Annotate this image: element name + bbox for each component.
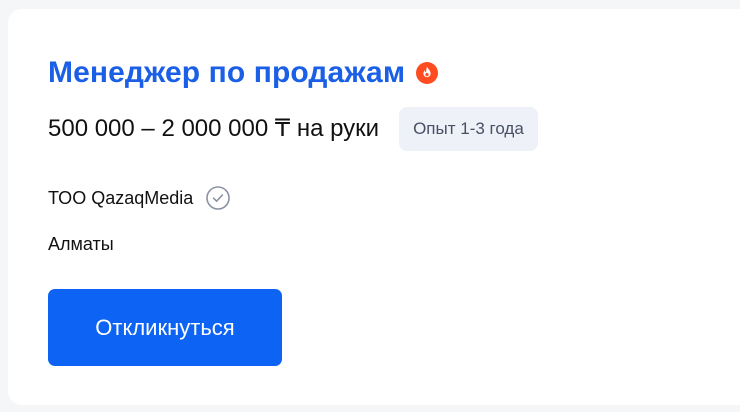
apply-button[interactable]: Откликнуться xyxy=(48,289,282,366)
fire-icon xyxy=(415,61,439,85)
company-name-link[interactable]: ТОО QazaqMedia xyxy=(48,188,193,209)
experience-badge: Опыт 1-3 года xyxy=(399,107,538,151)
vacancy-title-link[interactable]: Менеджер по продажам xyxy=(48,55,405,91)
vacancy-card: Менеджер по продажам 500 000 – 2 000 000… xyxy=(8,9,740,405)
check-circle-icon xyxy=(205,185,231,211)
salary-row: 500 000 – 2 000 000 ₸ на руки Опыт 1-3 г… xyxy=(48,107,538,151)
city-text: Алматы xyxy=(48,234,114,254)
title-row: Менеджер по продажам xyxy=(48,55,439,91)
salary-text: 500 000 – 2 000 000 ₸ на руки xyxy=(48,115,380,142)
company-row: ТОО QazaqMedia xyxy=(48,185,231,211)
